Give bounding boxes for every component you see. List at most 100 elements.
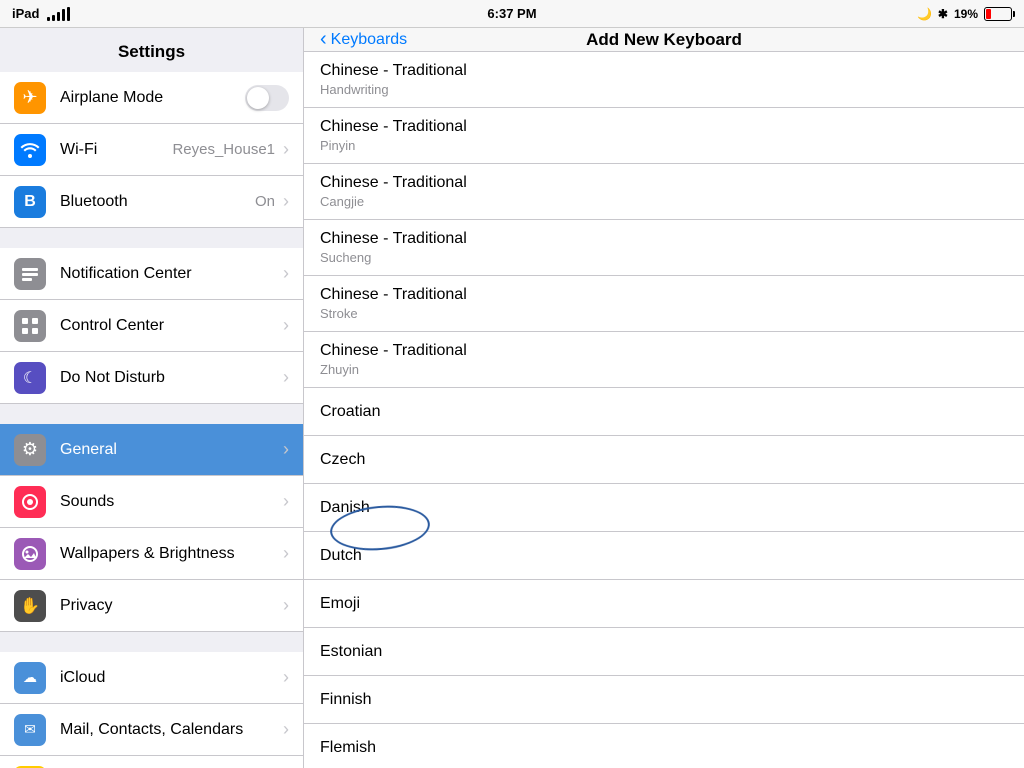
- keyboard-row[interactable]: Croatian: [304, 388, 1024, 436]
- back-label: Keyboards: [331, 31, 408, 49]
- sidebar-item-icloud[interactable]: ☁ iCloud ›: [0, 652, 303, 704]
- wallpapers-chevron-icon: ›: [283, 543, 289, 564]
- wifi-icon: [14, 134, 46, 166]
- keyboard-row-sub: Pinyin: [320, 138, 1008, 153]
- icloud-icon: ☁: [14, 662, 46, 694]
- general-icon: ⚙: [14, 434, 46, 466]
- moon-icon: 🌙: [917, 7, 932, 21]
- airplane-mode-icon: ✈: [14, 82, 46, 114]
- do-not-disturb-icon: ☾: [14, 362, 46, 394]
- keyboard-row-sub: Stroke: [320, 306, 1008, 321]
- bluetooth-label: Bluetooth: [60, 193, 255, 211]
- keyboard-row-name: Chinese - Traditional: [320, 174, 1008, 192]
- keyboard-row[interactable]: Chinese - Traditional Sucheng: [304, 220, 1024, 276]
- do-not-disturb-label: Do Not Disturb: [60, 369, 283, 387]
- privacy-label: Privacy: [60, 597, 283, 615]
- wifi-value: Reyes_House1: [172, 141, 275, 158]
- keyboard-row[interactable]: Chinese - Traditional Cangjie: [304, 164, 1024, 220]
- bluetooth-value: On: [255, 193, 275, 210]
- back-chevron-icon: ‹: [320, 28, 327, 51]
- wallpapers-icon: [14, 538, 46, 570]
- section-gap-1: [0, 228, 303, 248]
- keyboard-row[interactable]: Chinese - Traditional Pinyin: [304, 108, 1024, 164]
- keyboard-row[interactable]: Chinese - Traditional Handwriting: [304, 52, 1024, 108]
- section-gap-2: [0, 404, 303, 424]
- battery-percent: 19%: [954, 7, 978, 21]
- keyboard-row[interactable]: Flemish: [304, 724, 1024, 768]
- keyboard-row-name: Flemish: [320, 739, 1008, 757]
- main-header-title: Add New Keyboard: [586, 30, 742, 50]
- general-label: General: [60, 441, 283, 459]
- sounds-icon: [14, 486, 46, 518]
- mail-chevron-icon: ›: [283, 719, 289, 740]
- bluetooth-status-icon: ✱: [938, 7, 948, 21]
- sidebar-item-general[interactable]: ⚙ General ›: [0, 424, 303, 476]
- bluetooth-icon: B: [14, 186, 46, 218]
- keyboard-row-sub: Handwriting: [320, 82, 1008, 97]
- control-center-icon: [14, 310, 46, 342]
- wallpapers-label: Wallpapers & Brightness: [60, 545, 283, 563]
- icloud-label: iCloud: [60, 669, 283, 687]
- keyboard-list: Chinese - TraditionalHandwritingChinese …: [304, 52, 1024, 768]
- icloud-chevron-icon: ›: [283, 667, 289, 688]
- sidebar-item-privacy[interactable]: ✋ Privacy ›: [0, 580, 303, 632]
- main-header: ‹ Keyboards Add New Keyboard: [304, 28, 1024, 52]
- sidebar: Settings ✈ Airplane Mode Wi-Fi Reyes_Hou…: [0, 28, 304, 768]
- bluetooth-chevron-icon: ›: [283, 191, 289, 212]
- time-label: 6:37 PM: [487, 6, 536, 21]
- sidebar-item-wifi[interactable]: Wi-Fi Reyes_House1 ›: [0, 124, 303, 176]
- mail-icon: ✉: [14, 714, 46, 746]
- keyboard-row[interactable]: Chinese - Traditional Zhuyin: [304, 332, 1024, 388]
- keyboard-row-name: Chinese - Traditional: [320, 342, 1008, 360]
- privacy-icon: ✋: [14, 590, 46, 622]
- airplane-mode-toggle[interactable]: [245, 85, 289, 111]
- sidebar-item-notes[interactable]: 📋 Notes ›: [0, 756, 303, 768]
- keyboard-row[interactable]: Emoji: [304, 580, 1024, 628]
- keyboard-row-name: Emoji: [320, 595, 1008, 613]
- keyboard-row[interactable]: Dutch: [304, 532, 1024, 580]
- keyboard-row-name: Danish: [320, 499, 1008, 517]
- sidebar-item-airplane-mode[interactable]: ✈ Airplane Mode: [0, 72, 303, 124]
- keyboard-row[interactable]: Chinese - Traditional Stroke: [304, 276, 1024, 332]
- mail-label: Mail, Contacts, Calendars: [60, 721, 283, 739]
- sidebar-item-mail[interactable]: ✉ Mail, Contacts, Calendars ›: [0, 704, 303, 756]
- keyboard-row-name: Estonian: [320, 643, 1008, 661]
- keyboard-row-name: Chinese - Traditional: [320, 230, 1008, 248]
- do-not-disturb-chevron-icon: ›: [283, 367, 289, 388]
- keyboard-row-name: Dutch: [320, 547, 1008, 565]
- keyboard-row-name: Chinese - Traditional: [320, 62, 1008, 80]
- notification-center-label: Notification Center: [60, 265, 283, 283]
- sidebar-item-do-not-disturb[interactable]: ☾ Do Not Disturb ›: [0, 352, 303, 404]
- keyboard-row-name: Czech: [320, 451, 1008, 469]
- keyboard-row[interactable]: Danish: [304, 484, 1024, 532]
- wifi-icon: [47, 7, 70, 21]
- sidebar-item-control-center[interactable]: Control Center ›: [0, 300, 303, 352]
- sidebar-item-bluetooth[interactable]: B Bluetooth On ›: [0, 176, 303, 228]
- notification-center-chevron-icon: ›: [283, 263, 289, 284]
- sounds-label: Sounds: [60, 493, 283, 511]
- back-button[interactable]: ‹ Keyboards: [320, 28, 407, 51]
- sidebar-item-notification-center[interactable]: Notification Center ›: [0, 248, 303, 300]
- keyboard-row-name: Croatian: [320, 403, 1008, 421]
- main-panel: ‹ Keyboards Add New Keyboard Chinese - T…: [304, 28, 1024, 768]
- sidebar-item-wallpapers[interactable]: Wallpapers & Brightness ›: [0, 528, 303, 580]
- keyboard-row[interactable]: Estonian: [304, 628, 1024, 676]
- control-center-chevron-icon: ›: [283, 315, 289, 336]
- keyboard-row-name: Chinese - Traditional: [320, 118, 1008, 136]
- battery-icon: [984, 7, 1012, 21]
- keyboard-row-sub: Sucheng: [320, 250, 1008, 265]
- sounds-chevron-icon: ›: [283, 491, 289, 512]
- sidebar-title: Settings: [0, 28, 303, 72]
- section-gap-3: [0, 632, 303, 652]
- keyboard-row[interactable]: Czech: [304, 436, 1024, 484]
- keyboard-row-sub: Zhuyin: [320, 362, 1008, 377]
- keyboard-row[interactable]: Finnish: [304, 676, 1024, 724]
- wifi-label: Wi-Fi: [60, 141, 172, 159]
- sidebar-item-sounds[interactable]: Sounds ›: [0, 476, 303, 528]
- control-center-label: Control Center: [60, 317, 283, 335]
- notification-center-icon: [14, 258, 46, 290]
- keyboard-row-sub: Cangjie: [320, 194, 1008, 209]
- carrier-label: iPad: [12, 6, 39, 21]
- privacy-chevron-icon: ›: [283, 595, 289, 616]
- keyboard-row-name: Chinese - Traditional: [320, 286, 1008, 304]
